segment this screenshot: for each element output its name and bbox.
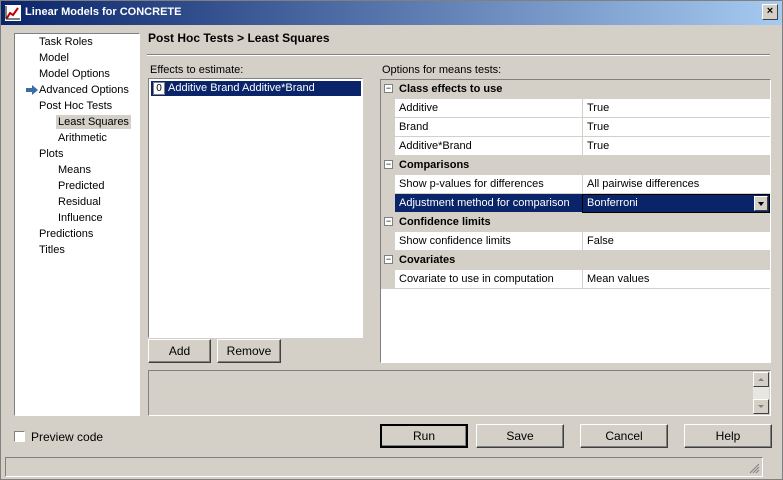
nav-item-arithmetic[interactable]: Arithmetic — [58, 131, 107, 145]
category-label: Comparisons — [399, 159, 470, 171]
option-name: Show p-values for differences — [395, 175, 582, 194]
preview-code-checkbox[interactable] — [14, 431, 25, 442]
save-button[interactable]: Save — [476, 424, 564, 448]
option-value-text: True — [587, 102, 610, 114]
nav-item-predicted[interactable]: Predicted — [58, 179, 104, 193]
category-label: Covariates — [399, 254, 456, 266]
nav-item-residual[interactable]: Residual — [58, 195, 101, 209]
title-bar[interactable]: Linear Models for CONCRETE × — [1, 1, 782, 25]
arrow-up-icon — [758, 378, 764, 381]
nav-item-influence[interactable]: Influence — [58, 211, 103, 225]
remove-button[interactable]: Remove — [217, 339, 281, 363]
list-item[interactable]: 0 Additive Brand Additive*Brand — [151, 81, 361, 96]
option-value-text: All pairwise differences — [587, 178, 700, 190]
option-row[interactable]: Brand True — [381, 118, 770, 137]
selected-arrow-icon — [26, 85, 38, 95]
effect-index: 0 — [153, 82, 165, 95]
option-value[interactable]: False — [582, 232, 770, 251]
option-name: Adjustment method for comparison — [395, 194, 582, 213]
option-value[interactable]: Mean values — [582, 270, 770, 289]
row-gutter — [381, 175, 395, 194]
help-button[interactable]: Help — [684, 424, 772, 448]
category-header[interactable]: − Class effects to use — [381, 80, 770, 99]
option-value[interactable]: All pairwise differences — [582, 175, 770, 194]
row-gutter — [381, 99, 395, 118]
option-row[interactable]: Additive True — [381, 99, 770, 118]
option-value[interactable]: True — [582, 99, 770, 118]
option-value-text: True — [587, 121, 610, 133]
option-value-text: Bonferroni — [587, 197, 638, 209]
scroll-up-button[interactable] — [753, 372, 769, 387]
chart-app-icon — [5, 5, 21, 21]
scroll-down-button[interactable] — [753, 399, 769, 414]
collapse-icon[interactable]: − — [384, 255, 393, 264]
option-value-dropdown[interactable]: Bonferroni — [582, 194, 770, 213]
run-button[interactable]: Run — [380, 424, 468, 448]
nav-item-least-squares[interactable]: Least Squares — [56, 115, 131, 129]
effect-text: Additive Brand Additive*Brand — [168, 82, 315, 94]
cancel-button[interactable]: Cancel — [580, 424, 668, 448]
category-label: Class effects to use — [399, 83, 503, 95]
close-button[interactable]: × — [762, 4, 778, 20]
window-title: Linear Models for CONCRETE — [25, 6, 182, 18]
options-label: Options for means tests: — [382, 64, 502, 76]
nav-item-model[interactable]: Model — [39, 51, 69, 65]
nav-item-plots[interactable]: Plots — [39, 147, 63, 161]
effects-list[interactable]: 0 Additive Brand Additive*Brand — [148, 78, 363, 338]
nav-item-titles[interactable]: Titles — [39, 243, 65, 257]
preview-code-label: Preview code — [31, 430, 104, 444]
nav-item-predictions[interactable]: Predictions — [39, 227, 93, 241]
effects-label: Effects to estimate: — [150, 64, 244, 76]
row-gutter — [381, 137, 395, 156]
option-row[interactable]: Show confidence limits False — [381, 232, 770, 251]
dialog-window: Linear Models for CONCRETE × Task Roles M… — [0, 0, 783, 480]
nav-item-means[interactable]: Means — [58, 163, 91, 177]
option-name: Additive — [395, 99, 582, 118]
nav-item-task-roles[interactable]: Task Roles — [39, 35, 93, 49]
category-label: Confidence limits — [399, 216, 491, 228]
row-gutter — [381, 194, 395, 213]
nav-item-advanced-options[interactable]: Advanced Options — [39, 83, 129, 97]
row-gutter — [381, 232, 395, 251]
option-value[interactable]: True — [582, 137, 770, 156]
collapse-icon[interactable]: − — [384, 217, 393, 226]
collapse-icon[interactable]: − — [384, 160, 393, 169]
title-divider — [147, 54, 770, 56]
category-header[interactable]: − Confidence limits — [381, 213, 770, 232]
resize-grip-icon[interactable] — [748, 462, 760, 474]
option-value-text: False — [587, 235, 614, 247]
option-value[interactable]: True — [582, 118, 770, 137]
option-name: Additive*Brand — [395, 137, 582, 156]
add-button[interactable]: Add — [148, 339, 211, 363]
row-gutter — [381, 118, 395, 137]
nav-item-post-hoc-tests[interactable]: Post Hoc Tests — [39, 99, 112, 113]
options-grid[interactable]: − Class effects to use Additive True Brand Tr… — [380, 79, 771, 363]
option-value-text: Mean values — [587, 273, 650, 285]
option-row[interactable]: Additive*Brand True — [381, 137, 770, 156]
chevron-down-icon[interactable] — [754, 196, 768, 211]
option-row[interactable]: Adjustment method for comparison Bonferro… — [381, 194, 770, 213]
collapse-icon[interactable]: − — [384, 84, 393, 93]
status-bar — [5, 457, 763, 477]
page-title: Post Hoc Tests > Least Squares — [148, 31, 330, 45]
option-name: Show confidence limits — [395, 232, 582, 251]
description-box — [148, 370, 771, 416]
nav-item-model-options[interactable]: Model Options — [39, 67, 110, 81]
row-gutter — [381, 270, 395, 289]
option-row[interactable]: Show p-values for differences All pairwis… — [381, 175, 770, 194]
option-name: Brand — [395, 118, 582, 137]
category-header[interactable]: − Covariates — [381, 251, 770, 270]
option-row[interactable]: Covariate to use in computation Mean valu… — [381, 270, 770, 289]
category-header[interactable]: − Comparisons — [381, 156, 770, 175]
scrollbar[interactable] — [753, 372, 769, 414]
option-value-text: True — [587, 140, 610, 152]
arrow-down-icon — [758, 405, 764, 408]
option-name: Covariate to use in computation — [395, 270, 582, 289]
